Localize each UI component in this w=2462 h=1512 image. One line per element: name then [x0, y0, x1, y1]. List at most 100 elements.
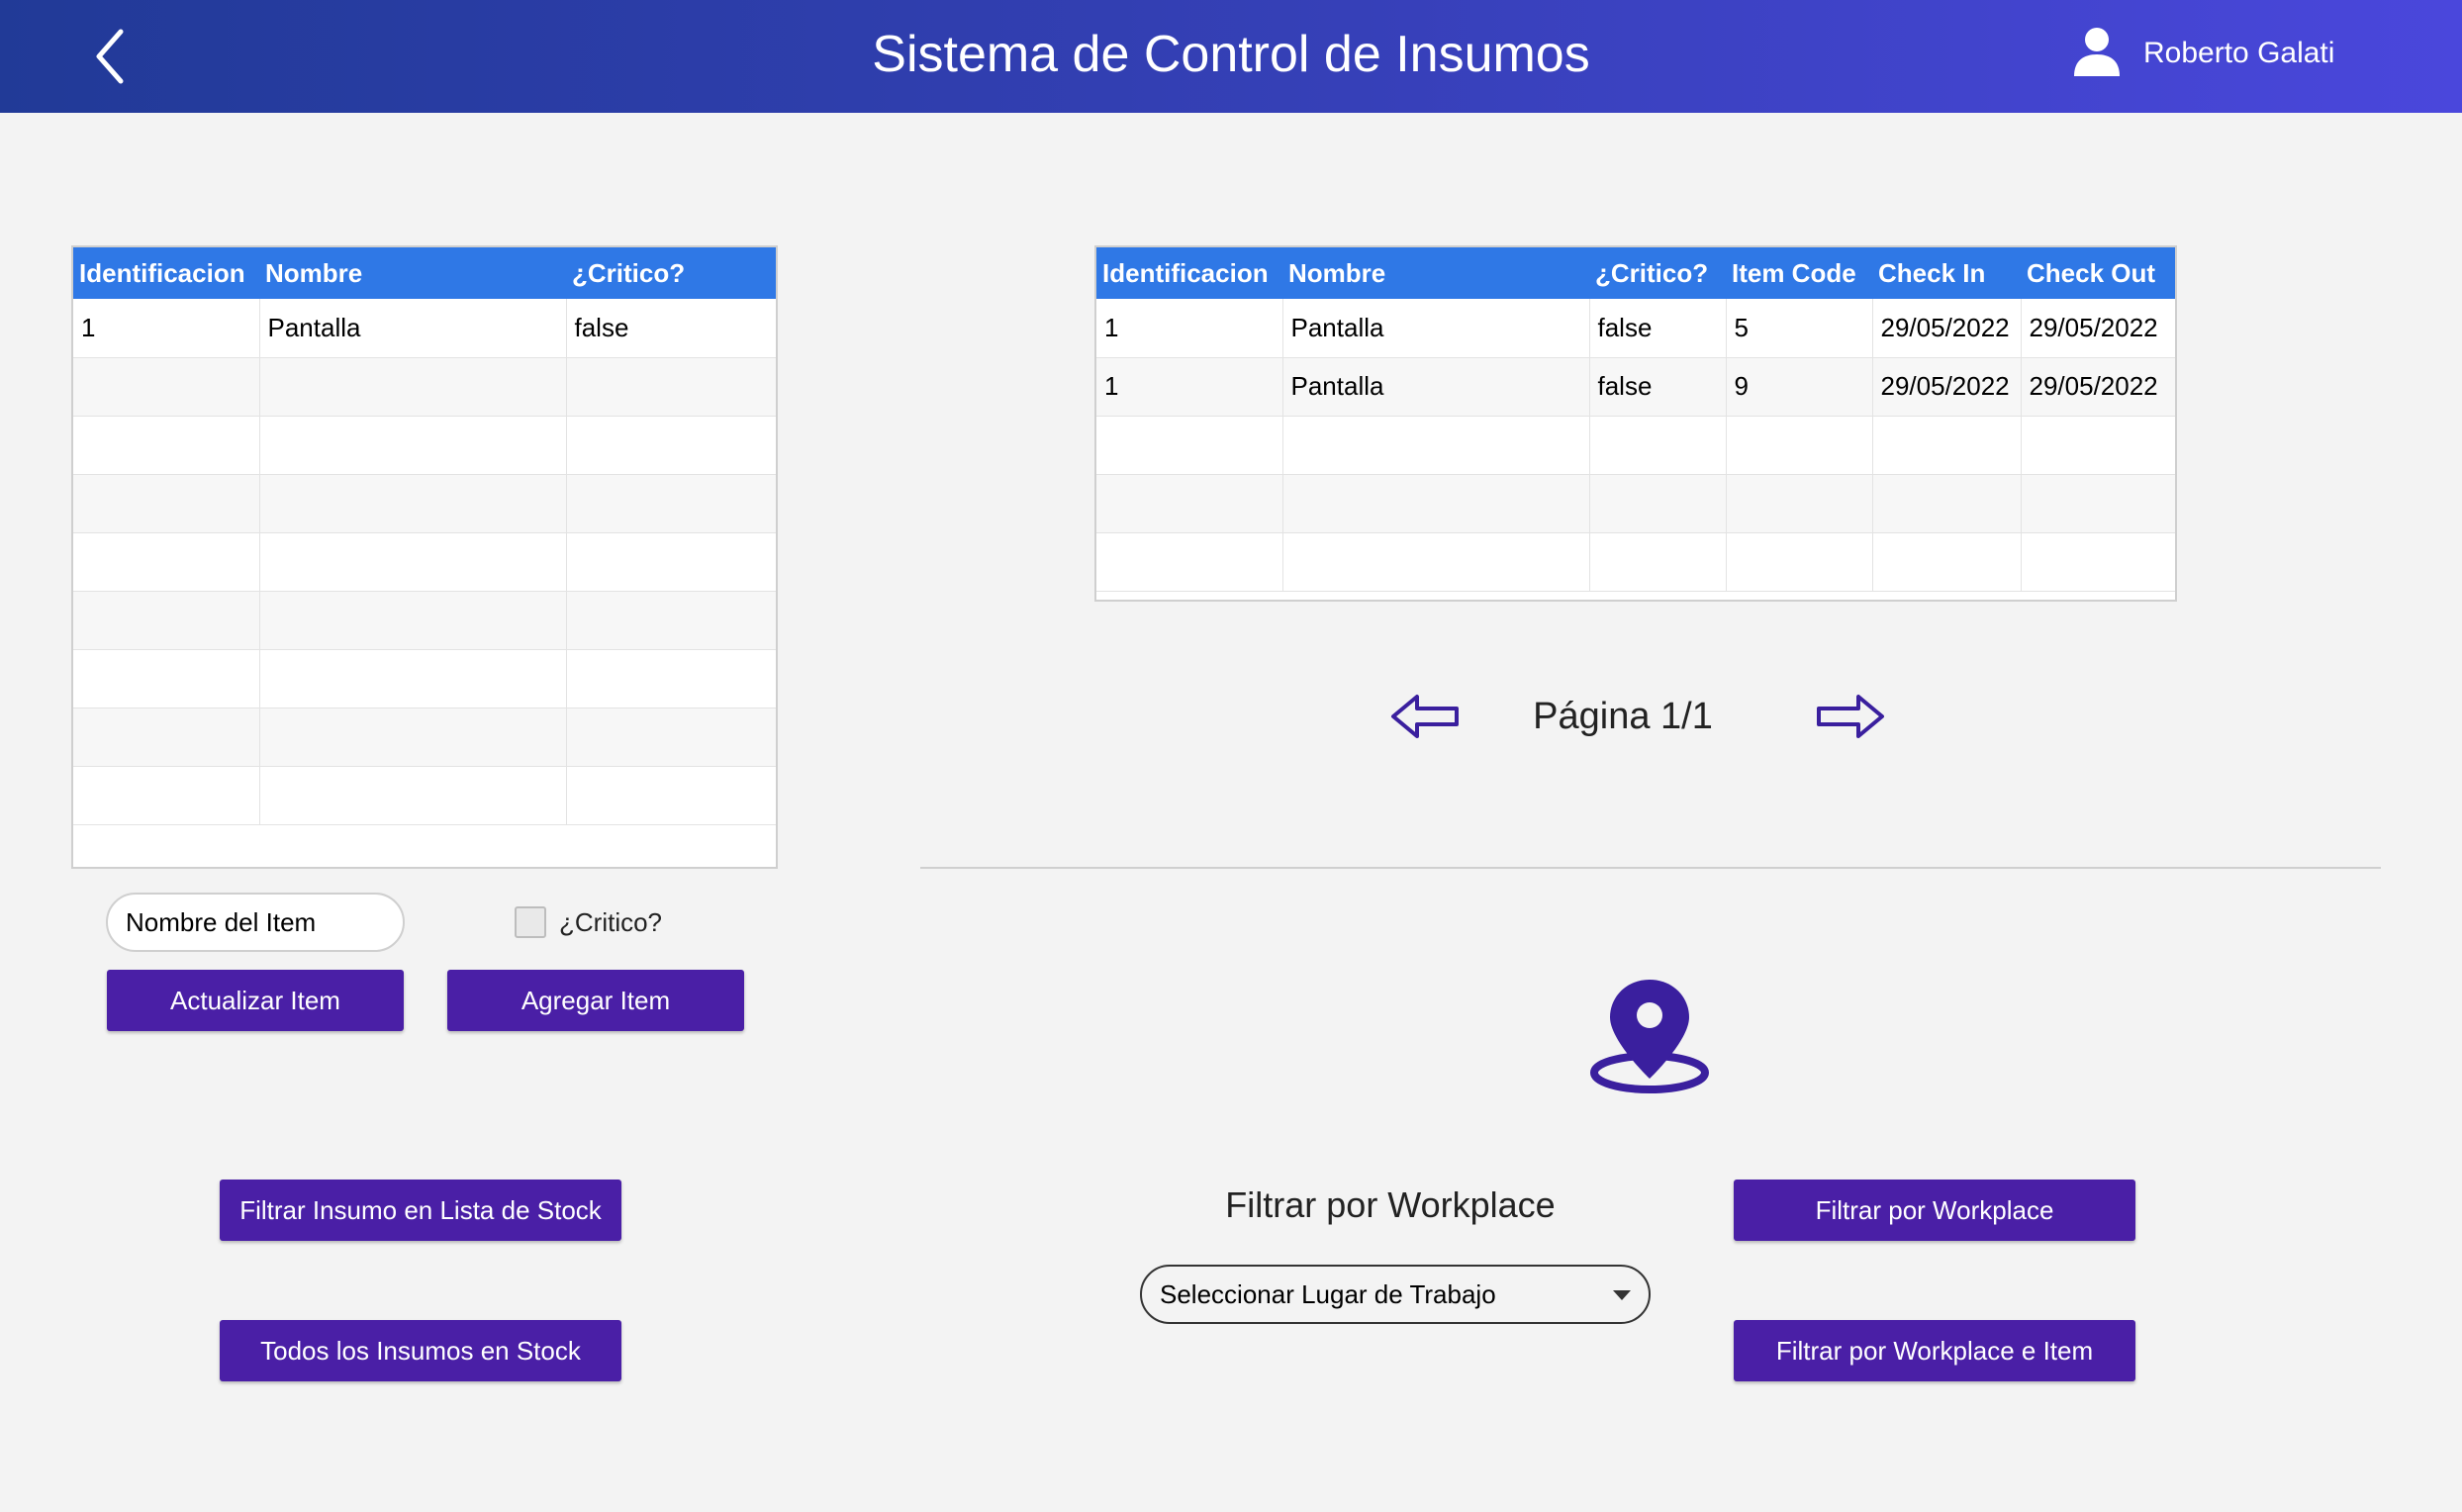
table-row[interactable] — [1096, 532, 2175, 592]
table-cell: 1 — [73, 299, 260, 358]
critico-label: ¿Critico? — [559, 907, 663, 937]
table-cell — [73, 649, 260, 709]
table-cell: 29/05/2022 — [2021, 357, 2175, 417]
column-header[interactable]: Check Out — [2021, 247, 2175, 299]
table-cell — [73, 591, 260, 650]
table-cell — [73, 532, 260, 592]
table-cell: 29/05/2022 — [1872, 357, 2022, 417]
table-cell — [566, 532, 776, 592]
table-row[interactable]: 1 Pantalla false 5 29/05/2022 29/05/2022 — [1096, 299, 2175, 358]
arrow-right-icon[interactable] — [1815, 691, 1886, 742]
table-row[interactable] — [73, 474, 776, 533]
item-name-input[interactable]: Nombre del Item — [106, 893, 405, 952]
column-header[interactable]: ¿Critico? — [566, 247, 776, 299]
table-cell — [73, 357, 260, 417]
table-row[interactable] — [73, 591, 776, 650]
table-row[interactable] — [73, 532, 776, 592]
table-cell — [566, 416, 776, 475]
table-cell — [566, 708, 776, 767]
filter-workplace-button[interactable]: Filtrar por Workplace — [1734, 1180, 2135, 1241]
stock-table[interactable]: Identificacion Nombre ¿Critico? 1 Pantalla f… — [71, 245, 778, 869]
workplace-select[interactable]: Seleccionar Lugar de Trabajo — [1140, 1265, 1651, 1324]
location-pin-icon — [1590, 980, 1709, 1093]
table-cell — [1589, 532, 1727, 592]
table-cell — [566, 649, 776, 709]
page-indicator: Página 1/1 — [1533, 696, 1713, 737]
filter-workplace-item-button[interactable]: Filtrar por Workplace e Item — [1734, 1320, 2135, 1381]
column-header[interactable]: Item Code — [1726, 247, 1872, 299]
table-cell — [1726, 532, 1873, 592]
table-cell — [1282, 416, 1590, 475]
table-cell — [1726, 416, 1873, 475]
table-cell: 29/05/2022 — [2021, 299, 2175, 358]
filter-stock-button[interactable]: Filtrar Insumo en Lista de Stock — [220, 1180, 621, 1241]
table-cell — [566, 591, 776, 650]
table-cell — [259, 766, 567, 825]
table-cell — [259, 532, 567, 592]
table-cell: false — [1589, 299, 1727, 358]
user-name: Roberto Galati — [2143, 37, 2335, 69]
column-header[interactable]: ¿Critico? — [1589, 247, 1726, 299]
table-cell — [1282, 474, 1590, 533]
table-cell: Pantalla — [1282, 299, 1590, 358]
table-cell — [259, 416, 567, 475]
table-cell — [259, 474, 567, 533]
table-cell — [566, 474, 776, 533]
column-header[interactable]: Nombre — [1282, 247, 1589, 299]
table-cell: 29/05/2022 — [1872, 299, 2022, 358]
user-icon — [2074, 28, 2120, 76]
table-cell: 1 — [1096, 299, 1283, 358]
workplace-select-value: Seleccionar Lugar de Trabajo — [1160, 1279, 1496, 1309]
critico-checkbox[interactable] — [515, 906, 546, 938]
add-item-button[interactable]: Agregar Item — [447, 970, 744, 1031]
table-cell: Pantalla — [1282, 357, 1590, 417]
table-cell — [73, 766, 260, 825]
column-header[interactable]: Identificacion — [1096, 247, 1282, 299]
all-stock-button[interactable]: Todos los Insumos en Stock — [220, 1320, 621, 1381]
workplace-table[interactable]: Identificacion Nombre ¿Critico? Item Code Ch… — [1094, 245, 2177, 602]
table-row[interactable] — [1096, 474, 2175, 533]
table-cell — [259, 708, 567, 767]
table-cell — [1872, 532, 2022, 592]
table-cell: Pantalla — [259, 299, 567, 358]
app-header: Sistema de Control de Insumos Roberto Ga… — [0, 0, 2462, 113]
table-cell: false — [566, 299, 776, 358]
table-row[interactable] — [73, 416, 776, 475]
table-cell — [259, 649, 567, 709]
table-cell — [1872, 474, 2022, 533]
table-cell — [1282, 532, 1590, 592]
table-row[interactable]: 1 Pantalla false — [73, 299, 776, 358]
table-cell: 1 — [1096, 357, 1283, 417]
column-header[interactable]: Identificacion — [73, 247, 259, 299]
table-cell: 5 — [1726, 299, 1873, 358]
table-cell — [1589, 416, 1727, 475]
arrow-left-icon[interactable] — [1389, 691, 1461, 742]
table-cell — [73, 474, 260, 533]
chevron-down-icon — [1613, 1290, 1631, 1300]
table-cell — [1096, 474, 1283, 533]
workplace-filter-title: Filtrar por Workplace — [1225, 1184, 1556, 1225]
table-cell — [1726, 474, 1873, 533]
table-cell — [259, 591, 567, 650]
table-row[interactable] — [73, 649, 776, 709]
table-row[interactable]: 1 Pantalla false 9 29/05/2022 29/05/2022 — [1096, 357, 2175, 417]
table-cell — [259, 357, 567, 417]
table-cell — [1096, 532, 1283, 592]
table-cell — [2021, 416, 2175, 475]
table-cell: 9 — [1726, 357, 1873, 417]
update-item-button[interactable]: Actualizar Item — [107, 970, 404, 1031]
column-header[interactable]: Check In — [1872, 247, 2021, 299]
table-row[interactable] — [1096, 416, 2175, 475]
table-row[interactable] — [73, 766, 776, 825]
column-header[interactable]: Nombre — [259, 247, 566, 299]
table-cell — [1872, 416, 2022, 475]
table-cell — [73, 416, 260, 475]
section-divider — [920, 867, 2381, 869]
table-cell — [1096, 416, 1283, 475]
table-cell — [566, 357, 776, 417]
table-cell — [2021, 474, 2175, 533]
table-row[interactable] — [73, 357, 776, 417]
table-cell — [566, 766, 776, 825]
table-row[interactable] — [73, 708, 776, 767]
table-cell — [1589, 474, 1727, 533]
